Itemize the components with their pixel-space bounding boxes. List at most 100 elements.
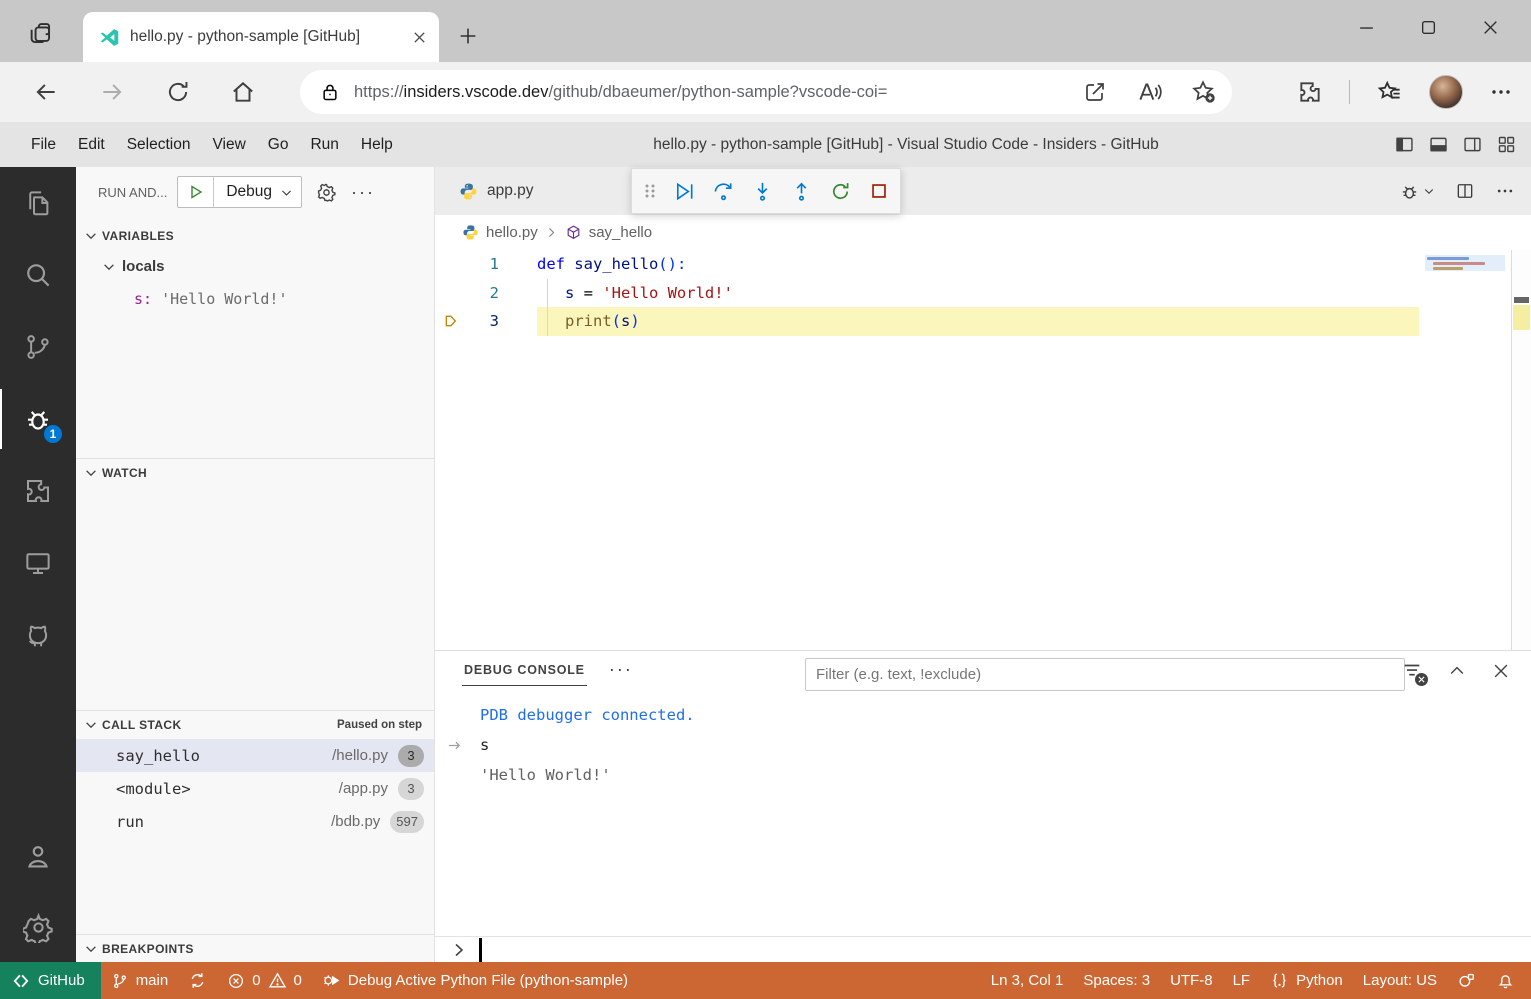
continue-icon[interactable] xyxy=(673,180,696,203)
new-tab-button[interactable] xyxy=(450,18,486,54)
explorer-icon[interactable] xyxy=(0,167,76,239)
branch-indicator[interactable]: main xyxy=(101,962,179,999)
profile-avatar[interactable] xyxy=(1429,75,1463,109)
code-line-3[interactable]: 3 print(s) xyxy=(435,307,1531,336)
maximize-panel-icon[interactable] xyxy=(1447,661,1467,681)
workspaces-icon[interactable] xyxy=(16,10,62,54)
split-editor-icon[interactable] xyxy=(1455,181,1475,201)
eol-setting[interactable]: LF xyxy=(1223,962,1261,999)
address-bar[interactable]: https://insiders.vscode.dev/github/dbaeu… xyxy=(300,70,1232,114)
tab-debug-console[interactable]: DEBUG CONSOLE xyxy=(462,654,587,686)
search-icon[interactable] xyxy=(0,239,76,311)
stack-frame-row[interactable]: run /bdb.py 597 xyxy=(76,805,434,838)
toggle-panel-icon[interactable] xyxy=(1428,134,1449,155)
url-text[interactable]: https://insiders.vscode.dev/github/dbaeu… xyxy=(354,83,1054,102)
customize-layout-icon[interactable] xyxy=(1496,134,1517,155)
encoding-setting[interactable]: UTF-8 xyxy=(1160,962,1223,999)
language-mode[interactable]: Python xyxy=(1260,962,1353,999)
extensions-puzzle-icon[interactable] xyxy=(1297,79,1323,105)
debug-config-select[interactable]: Debug xyxy=(214,183,280,201)
favorite-add-icon[interactable] xyxy=(1190,79,1216,105)
breakpoints-header[interactable]: BREAKPOINTS xyxy=(76,934,434,962)
stack-frame-row[interactable]: <module> /app.py 3 xyxy=(76,772,434,805)
gutter-line-1[interactable]: 1 xyxy=(435,250,537,279)
source-control-icon[interactable] xyxy=(0,311,76,383)
locals-scope-row[interactable]: locals xyxy=(76,250,434,283)
menu-help[interactable]: Help xyxy=(350,122,404,167)
cursor-position[interactable]: Ln 3, Col 1 xyxy=(981,962,1074,999)
menu-selection[interactable]: Selection xyxy=(116,122,202,167)
view-more-actions-icon[interactable]: ··· xyxy=(351,182,375,203)
reload-icon[interactable] xyxy=(164,78,192,106)
step-into-icon[interactable] xyxy=(751,180,774,203)
step-over-icon[interactable] xyxy=(712,180,735,203)
debug-settings-gear-icon[interactable] xyxy=(316,182,337,203)
stack-frame-row[interactable]: say_hello /hello.py 3 xyxy=(76,739,434,772)
watch-header[interactable]: WATCH xyxy=(76,459,434,487)
editor-more-actions-icon[interactable] xyxy=(1495,181,1515,201)
code-editor[interactable]: 1 def say_hello(): 2 s = 'Hello World!' 3 p… xyxy=(435,250,1531,733)
code-line-1[interactable]: 1 def say_hello(): xyxy=(435,250,1531,279)
code-line-2[interactable]: 2 s = 'Hello World!' xyxy=(435,279,1531,308)
lock-icon[interactable] xyxy=(320,82,340,102)
problems-indicator[interactable]: 0 0 xyxy=(217,962,312,999)
open-external-icon[interactable] xyxy=(1082,79,1108,105)
settings-gear-icon[interactable] xyxy=(0,892,76,962)
indentation-setting[interactable]: Spaces: 3 xyxy=(1073,962,1160,999)
call-stack-header[interactable]: CALL STACK Paused on step xyxy=(76,711,434,739)
github-icon[interactable] xyxy=(0,599,76,671)
stop-icon[interactable] xyxy=(868,180,890,202)
run-or-debug-icon[interactable] xyxy=(1399,181,1435,202)
sync-changes[interactable] xyxy=(178,962,217,999)
scrollbar-thumb[interactable] xyxy=(1514,297,1529,303)
toolbar-drag-grip[interactable] xyxy=(643,183,657,199)
console-output[interactable]: PDB debugger connected. s 'Hello World!' xyxy=(435,688,1531,790)
start-debug-button[interactable] xyxy=(178,177,215,207)
breadcrumb-symbol[interactable]: say_hello xyxy=(589,224,652,241)
remote-explorer-icon[interactable] xyxy=(0,527,76,599)
read-aloud-icon[interactable] xyxy=(1136,79,1162,105)
editor-tab-app-py[interactable]: app.py xyxy=(435,167,556,215)
menu-run[interactable]: Run xyxy=(299,122,349,167)
console-filter-input[interactable] xyxy=(805,658,1405,691)
line-number: 3 xyxy=(489,312,499,331)
back-icon[interactable] xyxy=(32,78,60,106)
run-debug-icon[interactable]: 1 xyxy=(0,383,76,455)
gutter-line-2[interactable]: 2 xyxy=(435,279,537,308)
variable-row[interactable]: s: 'Hello World!' xyxy=(76,283,434,314)
browser-tab[interactable]: hello.py - python-sample [GitHub] xyxy=(83,12,439,62)
debug-launch-control: Debug xyxy=(177,176,303,208)
maximize-button[interactable] xyxy=(1397,0,1459,54)
variables-header[interactable]: VARIABLES xyxy=(76,222,434,250)
minimap[interactable] xyxy=(1425,253,1505,293)
account-icon[interactable] xyxy=(0,822,76,892)
minimize-button[interactable] xyxy=(1335,0,1397,54)
close-window-button[interactable] xyxy=(1459,0,1521,54)
menu-view[interactable]: View xyxy=(201,122,256,167)
extensions-icon[interactable] xyxy=(0,455,76,527)
feedback-indicator[interactable] xyxy=(1447,962,1486,999)
breadcrumb-file[interactable]: hello.py xyxy=(486,224,538,241)
remote-indicator[interactable]: GitHub xyxy=(0,962,101,999)
keyboard-layout[interactable]: Layout: US xyxy=(1353,962,1447,999)
panel-more-actions-icon[interactable]: ··· xyxy=(609,659,633,680)
toggle-sidebar-icon[interactable] xyxy=(1394,134,1415,155)
gutter-line-3[interactable]: 3 xyxy=(435,307,537,336)
forward-icon[interactable] xyxy=(98,78,126,106)
menu-file[interactable]: File xyxy=(20,122,67,167)
favorites-menu-icon[interactable] xyxy=(1376,79,1403,106)
chevron-down-icon[interactable] xyxy=(280,186,301,199)
filter-icon[interactable] xyxy=(1401,660,1428,686)
toggle-secondary-sidebar-icon[interactable] xyxy=(1462,134,1483,155)
restart-icon[interactable] xyxy=(829,180,852,203)
menu-edit[interactable]: Edit xyxy=(67,122,116,167)
step-out-icon[interactable] xyxy=(790,180,813,203)
close-panel-icon[interactable] xyxy=(1491,661,1511,681)
browser-settings-dots-icon[interactable] xyxy=(1489,80,1513,104)
notifications[interactable] xyxy=(1486,962,1525,999)
home-icon[interactable] xyxy=(229,78,257,106)
menu-go[interactable]: Go xyxy=(257,122,300,167)
debug-status[interactable]: Debug Active Python File (python-sample) xyxy=(312,962,638,999)
tab-close-icon[interactable] xyxy=(412,30,427,45)
console-repl-input[interactable] xyxy=(435,936,1531,962)
